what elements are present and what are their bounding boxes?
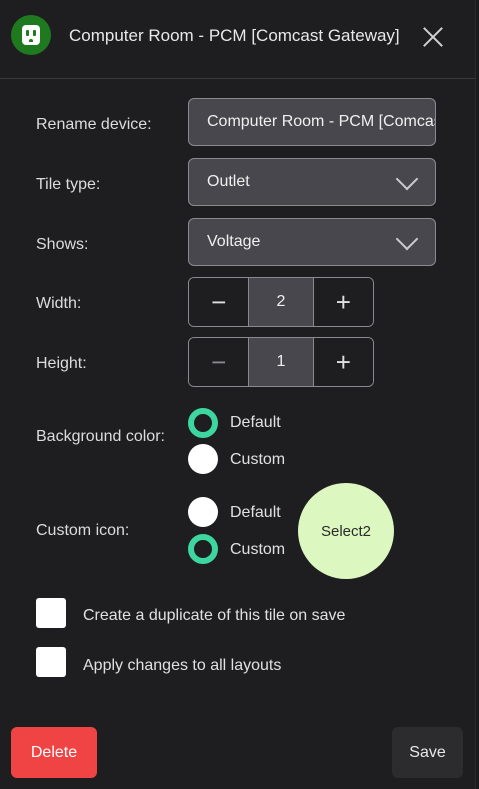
icon-custom-radio[interactable] [188, 534, 218, 564]
tile-type-select[interactable]: Outlet [188, 158, 436, 206]
outlet-icon [11, 15, 51, 55]
close-icon[interactable] [418, 22, 448, 52]
select-icon-button[interactable]: Select2 [298, 483, 394, 579]
height-label: Height: [36, 355, 87, 372]
shows-value: Voltage [207, 233, 261, 250]
edit-tile-dialog: Computer Room - PCM [Comcast Gateway] Re… [0, 0, 476, 789]
width-value[interactable]: 2 [248, 278, 314, 326]
width-stepper: − 2 + [188, 277, 374, 327]
bg-default-label: Default [230, 414, 281, 431]
apply-all-checkbox[interactable] [36, 647, 66, 677]
width-decrement-button[interactable]: − [189, 278, 249, 326]
save-button[interactable]: Save [392, 727, 463, 778]
rename-input[interactable]: Computer Room - PCM [Comcast Gateway] [188, 98, 436, 146]
height-value[interactable]: 1 [248, 338, 314, 386]
icon-custom-label: Custom [230, 541, 286, 558]
shows-label: Shows: [36, 236, 89, 253]
height-decrement-button[interactable]: − [189, 338, 249, 386]
tile-type-value: Outlet [207, 173, 250, 190]
duplicate-label: Create a duplicate of this tile on save [83, 607, 346, 624]
width-label: Width: [36, 295, 82, 312]
width-increment-button[interactable]: + [313, 278, 373, 326]
apply-all-label: Apply changes to all layouts [83, 657, 282, 674]
tile-type-label: Tile type: [36, 176, 101, 193]
background-color-label: Background color: [36, 428, 165, 445]
icon-default-radio[interactable] [188, 497, 218, 527]
shows-select[interactable]: Voltage [188, 218, 436, 266]
dialog-header: Computer Room - PCM [Comcast Gateway] [0, 0, 475, 79]
bg-default-radio[interactable] [188, 408, 218, 438]
chevron-down-icon [395, 227, 419, 251]
height-stepper: − 1 + [188, 337, 374, 387]
height-increment-button[interactable]: + [313, 338, 373, 386]
bg-custom-label: Custom [230, 451, 286, 468]
custom-icon-label: Custom icon: [36, 522, 130, 539]
chevron-down-icon [395, 167, 419, 191]
bg-custom-radio[interactable] [188, 444, 218, 474]
rename-label: Rename device: [36, 116, 152, 133]
dialog-title: Computer Room - PCM [Comcast Gateway] [69, 26, 400, 45]
rename-input-value: Computer Room - PCM [Comcast Gateway] [207, 113, 435, 130]
duplicate-checkbox[interactable] [36, 598, 66, 628]
delete-button[interactable]: Delete [11, 727, 97, 778]
icon-default-label: Default [230, 504, 281, 521]
